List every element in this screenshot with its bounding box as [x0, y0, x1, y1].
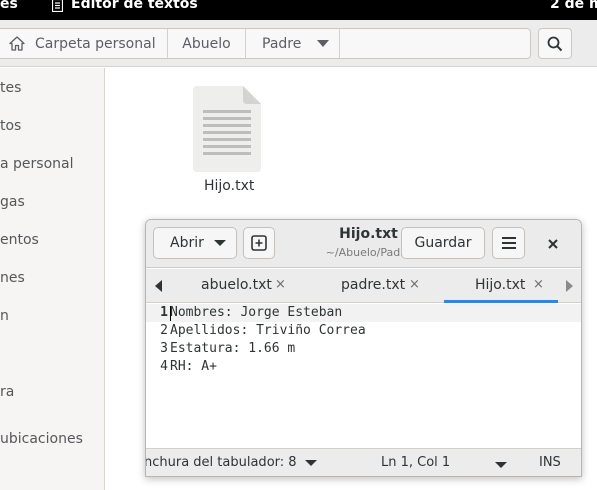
sidebar-item-musica[interactable]: n: [0, 308, 9, 324]
hamburger-icon: [501, 237, 516, 249]
app-name: Editor de textos: [71, 0, 198, 12]
editor-header-bar: Abrir Hijo.txt ~/Abuelo/Padre Guardar: [146, 220, 581, 268]
editor-line[interactable]: 2 Apellidos: Triviño Correa: [146, 322, 581, 340]
line-number: 2: [160, 323, 168, 338]
path-segment-padre[interactable]: Padre: [246, 29, 340, 58]
chevron-down-icon[interactable]: [495, 462, 507, 468]
editor-line[interactable]: 4 RH: A+: [146, 358, 581, 376]
home-icon: [9, 36, 25, 51]
tab-close-icon[interactable]: ×: [409, 277, 420, 292]
new-tab-button[interactable]: [243, 227, 275, 259]
scroll-tabs-right-icon[interactable]: [566, 280, 573, 292]
path-home-label: Carpeta personal: [35, 35, 156, 52]
text-editor-icon: [52, 0, 63, 12]
path-home-button[interactable]: Carpeta personal: [0, 29, 168, 58]
save-button-label: Guardar: [414, 235, 472, 251]
editor-line[interactable]: 3 Estatura: 1.66 m: [146, 340, 581, 358]
line-text: RH: A+: [170, 359, 217, 374]
new-tab-icon: [251, 235, 267, 251]
app-menu[interactable]: Editor de textos: [52, 0, 198, 12]
sidebar-item-otras-ubicaciones[interactable]: ubicaciones: [0, 431, 83, 447]
status-bar: nchura del tabulador: 8 Ln 1, Col 1 INS: [146, 448, 581, 476]
line-text: Nombres: Jorge Esteban: [170, 305, 343, 320]
tab-padre[interactable]: padre.txt ×: [318, 269, 448, 303]
cursor-position[interactable]: Ln 1, Col 1: [381, 455, 450, 470]
file-manager-header: Carpeta personal Abuelo Padre: [0, 20, 597, 67]
path-segment-abuelo[interactable]: Abuelo: [168, 29, 246, 58]
top-bar: es Editor de textos 2 de ma: [0, 0, 597, 20]
tab-label: padre.txt: [341, 277, 406, 293]
sidebar: tes tos a personal gas entos nes n ra ub…: [0, 68, 105, 490]
close-icon: [548, 239, 558, 249]
tab-label: abuelo.txt: [201, 277, 272, 293]
editor-line[interactable]: 1 Nombres: Jorge Esteban: [146, 304, 581, 322]
save-button[interactable]: Guardar: [401, 227, 485, 259]
open-button-label: Abrir: [170, 235, 204, 251]
close-window-button[interactable]: [543, 234, 563, 254]
path-segment-label: Padre: [262, 35, 302, 52]
sidebar-item-documentos[interactable]: entos: [0, 232, 39, 248]
tab-bar: abuelo.txt × padre.txt × Hijo.txt ×: [146, 269, 581, 303]
clock[interactable]: 2 de ma: [550, 0, 597, 12]
hamburger-menu-button[interactable]: [492, 227, 525, 259]
sidebar-item-carpeta-personal[interactable]: a personal: [0, 156, 74, 172]
chevron-down-icon: [304, 459, 317, 466]
path-segment-label: Abuelo: [182, 35, 231, 52]
tab-width-label: nchura del tabulador: 8: [145, 455, 297, 470]
search-button[interactable]: [538, 28, 572, 59]
line-number: 4: [160, 359, 168, 374]
line-number: 3: [160, 341, 168, 356]
line-text: Estatura: 1.66 m: [170, 341, 296, 356]
sidebar-item-descargas[interactable]: gas: [0, 194, 25, 210]
tab-hijo[interactable]: Hijo.txt ×: [444, 269, 558, 303]
activities-fragment[interactable]: es: [0, 0, 18, 12]
text-editor-area[interactable]: 1 Nombres: Jorge Esteban 2 Apellidos: Tr…: [146, 304, 581, 448]
tab-label: Hijo.txt: [475, 277, 526, 293]
sidebar-item-imagenes[interactable]: nes: [0, 270, 25, 286]
chevron-down-icon: [213, 240, 226, 246]
line-text: Apellidos: Triviño Correa: [170, 323, 366, 338]
sidebar-item-favoritos[interactable]: tos: [0, 118, 21, 134]
tab-width-selector[interactable]: nchura del tabulador: 8: [145, 455, 317, 470]
text-cursor: [170, 306, 171, 321]
text-file-icon[interactable]: [193, 86, 261, 172]
text-editor-window: Abrir Hijo.txt ~/Abuelo/Padre Guardar ab…: [145, 219, 582, 477]
line-number: 1: [160, 305, 168, 320]
tab-close-icon[interactable]: ×: [275, 277, 286, 292]
sidebar-item-recientes[interactable]: tes: [0, 80, 21, 96]
insert-mode-indicator: INS: [539, 455, 561, 470]
path-bar: Carpeta personal Abuelo Padre: [0, 28, 531, 59]
chevron-down-icon[interactable]: [317, 40, 330, 47]
tab-abuelo[interactable]: abuelo.txt ×: [172, 269, 318, 303]
file-name: Hijo.txt: [204, 178, 255, 194]
open-button[interactable]: Abrir: [153, 227, 237, 259]
sidebar-item-papelera[interactable]: ra: [0, 384, 14, 400]
search-icon: [547, 36, 563, 51]
tab-close-icon[interactable]: ×: [533, 277, 544, 292]
scroll-tabs-left-icon[interactable]: [155, 280, 162, 292]
